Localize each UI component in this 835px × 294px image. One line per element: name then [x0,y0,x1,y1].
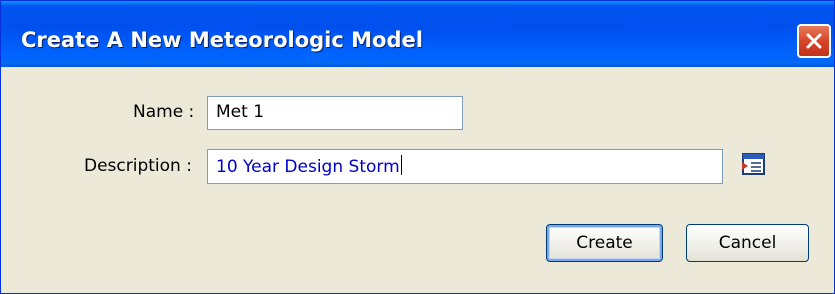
description-field[interactable]: 10 Year Design Storm [207,149,723,184]
text-editor-icon [742,153,765,175]
description-label: Description : [84,156,192,176]
close-icon [806,33,822,49]
dialog-body: Name : Met 1 Description : 10 Year Desig… [1,67,834,293]
cancel-button[interactable]: Cancel [686,224,809,262]
title-bar[interactable]: Create A New Meteorologic Model [1,1,834,67]
text-editor-button[interactable] [739,151,767,177]
text-caret [400,155,402,175]
create-button-label: Create [576,233,633,253]
name-label: Name : [133,102,195,122]
dialog-title: Create A New Meteorologic Model [21,28,423,52]
close-button[interactable] [797,24,831,58]
description-value: 10 Year Design Storm [216,157,400,177]
create-button[interactable]: Create [546,224,663,262]
cancel-button-label: Cancel [718,233,777,253]
name-value: Met 1 [216,102,265,122]
name-field[interactable]: Met 1 [207,96,463,130]
dialog-window: Create A New Meteorologic Model Name : M… [0,0,835,294]
